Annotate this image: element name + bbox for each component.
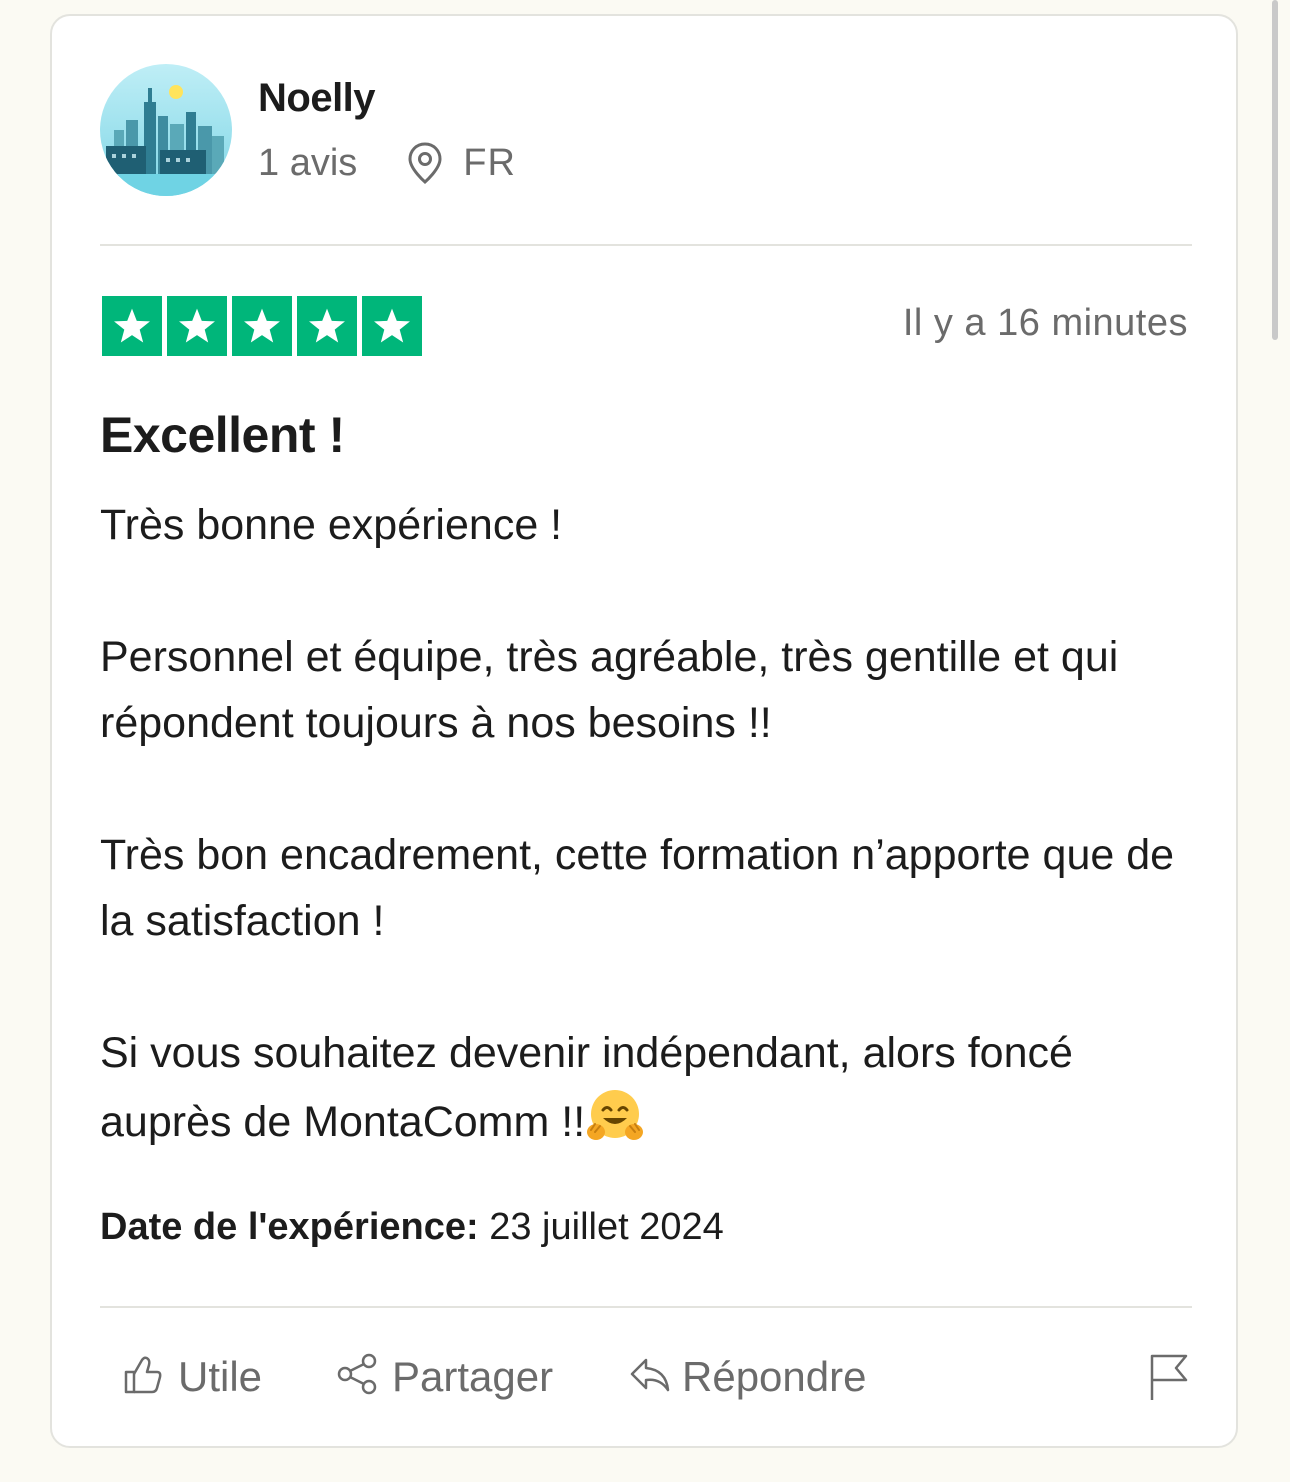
share-button[interactable]: Partager <box>336 1352 553 1401</box>
share-icon <box>336 1352 380 1401</box>
star-icon <box>297 296 357 356</box>
useful-button[interactable]: Utile <box>122 1352 262 1401</box>
reviewer-meta: 1 avis FR <box>258 140 516 186</box>
reply-icon <box>628 1352 672 1401</box>
review-paragraph: Très bon encadrement, cette formation n’… <box>100 831 1175 945</box>
report-button[interactable] <box>1148 1352 1192 1407</box>
scrollbar[interactable] <box>1272 0 1278 340</box>
header-divider <box>100 244 1192 246</box>
review-actions: Utile Partager Répondre <box>100 1352 1192 1412</box>
reply-button[interactable]: Répondre <box>628 1352 866 1401</box>
location-pin-icon <box>405 141 445 185</box>
reviewer-header: Noelly 1 avis FR <box>100 64 1192 198</box>
experience-date-label: Date de l'expérience: <box>100 1206 479 1248</box>
city-skyline-avatar-icon <box>100 64 232 196</box>
thumbs-up-icon <box>122 1352 166 1401</box>
star-icon <box>232 296 292 356</box>
star-icon <box>167 296 227 356</box>
review-timestamp: Il y a 16 minutes <box>902 302 1188 344</box>
experience-date: Date de l'expérience: 23 juillet 2024 <box>100 1206 724 1249</box>
reviews-count: 1 avis <box>258 141 358 184</box>
experience-date-value: 23 juillet 2024 <box>489 1206 724 1248</box>
review-paragraph: Personnel et équipe, très agréable, très… <box>100 633 1119 747</box>
review-paragraph: Très bonne expérience ! <box>100 501 563 549</box>
share-label: Partager <box>392 1352 554 1400</box>
reviewer-name[interactable]: Noelly <box>258 76 376 121</box>
useful-label: Utile <box>178 1352 263 1400</box>
hugging-face-emoji-icon <box>585 1086 645 1146</box>
footer-divider <box>100 1306 1192 1308</box>
flag-icon <box>1148 1352 1192 1407</box>
reply-label: Répondre <box>682 1352 867 1400</box>
review-card: Noelly 1 avis FR Il y a 16 minutes Excel… <box>50 14 1238 1448</box>
review-paragraph-last: Si vous souhaitez devenir indépendant, a… <box>100 1020 1200 1155</box>
review-title: Excellent ! <box>100 407 345 463</box>
reviewer-country: FR <box>463 141 516 184</box>
star-icon <box>102 296 162 356</box>
star-icon <box>362 296 422 356</box>
star-rating <box>102 296 422 356</box>
review-body: Très bonne expérience ! Personnel et équ… <box>100 492 1200 1155</box>
avatar[interactable] <box>100 64 232 196</box>
